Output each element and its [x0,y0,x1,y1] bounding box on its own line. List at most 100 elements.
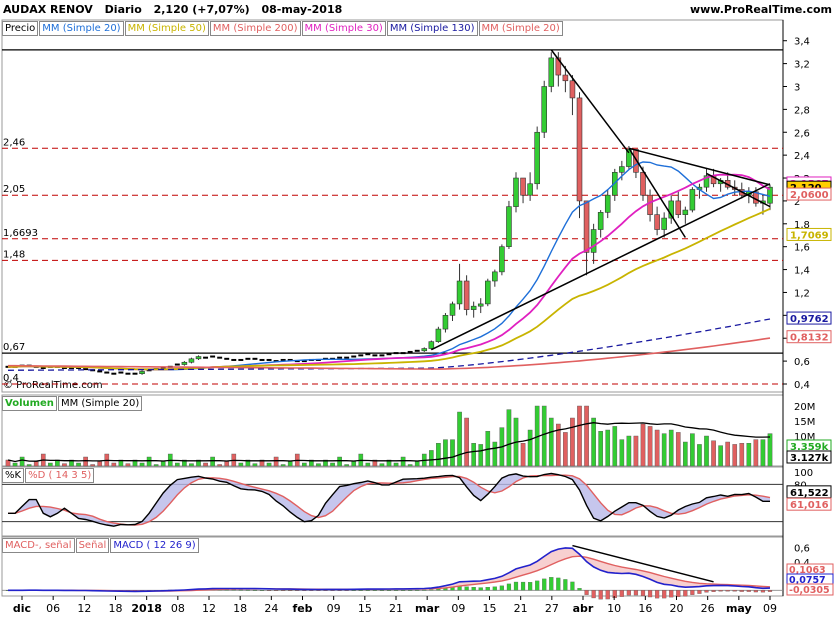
macd-hist-bar [535,580,540,591]
volume-bar [48,462,53,467]
price-tick-label: 0,4 [794,380,810,391]
x-tick-label: 18 [233,602,247,615]
last-value-label: 1,7069 [790,230,829,241]
candle-body [492,271,498,282]
volume-tick-label: 15M [794,417,815,428]
macd-hist-bar [746,590,751,592]
volume-bar [746,443,752,467]
x-tick-label: 12 [202,602,216,615]
x-tick-label: 09 [327,602,341,615]
downtrend-line [550,49,630,154]
x-tick-label: 15 [358,602,372,615]
candle-body [195,356,202,360]
candle-body [506,206,512,247]
volume-bar [344,464,349,467]
x-tick-label: abr [573,602,594,615]
macd-hist-bar [231,589,236,591]
candle-body [428,341,435,349]
price-tick-label: 1,6 [794,243,810,254]
macd-hist-bar [753,590,758,593]
volume-bar [541,405,547,467]
macd-tick-label: 0,6 [794,544,810,555]
macd-hist-bar [676,590,681,597]
price-tick-label: 1,2 [794,288,810,299]
candle-body [548,57,555,87]
macd-hist-bar [549,577,554,591]
stock-chart[interactable]: 3,43,232,82,62,42,221,81,61,41,210,80,60… [0,0,835,620]
volume-bar [732,444,738,467]
x-tick-label: 09 [763,602,777,615]
macd-hist-bar [386,590,392,591]
macd-last-label: -0,0305 [789,585,830,596]
candle-body [188,358,195,363]
volume-bar [12,462,18,467]
macd-hist-bar [704,590,709,593]
candle-body [456,280,463,305]
candle-body [569,80,576,99]
macd-hist-bar [506,583,512,591]
volume-bar [520,443,526,467]
x-tick-label: 15 [483,602,497,615]
volume-bar [478,444,484,467]
volume-bar [506,409,512,467]
candle-body [527,183,533,196]
x-tick-label: 08 [171,602,185,615]
volume-last-label: 3.127k [790,453,829,464]
candle-body [604,194,611,213]
candle-body [583,200,590,253]
macd-hist-bar [520,581,526,591]
macd-hist-bar [478,587,483,591]
last-value-label: 0,8132 [790,333,829,344]
macd-hist-bar [711,590,716,592]
macd-hist-bar [415,589,420,591]
macd-hist-bar [485,587,490,591]
x-tick-label: 06 [46,602,60,615]
volume-bar [605,429,611,467]
stoch-last-label: 61,522 [790,488,829,499]
volume-bar [189,463,194,467]
candle-body [435,328,442,342]
volume-bar [753,439,759,467]
volume-bar [718,445,723,467]
price-tick-label: 1,4 [794,266,810,277]
stoch-last-label: 61,016 [790,500,829,511]
macd-hist-bar [295,590,300,591]
macd-hist-bar [584,590,589,595]
macd-hist-bar [259,590,265,591]
candle-body [485,280,491,305]
price-tick-label: 3,4 [794,37,810,48]
macd-hist-bar [288,590,293,591]
stoch-k-line [8,472,770,527]
volume-bar [690,433,695,467]
candle-body [640,172,646,196]
macd-hist-bar [647,590,653,598]
volume-bar [429,450,434,467]
macd-hist-bar [690,590,695,595]
volume-bar [19,456,25,467]
macd-hist-bar [372,590,377,591]
volume-bar [365,462,371,467]
volume-bar [697,444,702,467]
volume-bar [26,464,32,467]
volume-bar [407,464,413,467]
volume-bar [640,423,646,467]
panel-frame-2 [1,466,784,537]
macd-hist-bar [760,590,766,593]
macd-hist-bar [542,578,547,591]
macd-hist-bar [570,581,575,591]
volume-bar [633,435,639,467]
x-tick-label: mar [415,602,440,615]
candle-body [442,315,449,330]
candle-body [654,214,660,230]
macd-hist-bar [669,590,674,598]
volume-tick-label: 20M [794,402,815,413]
level-label: 2,05 [3,184,25,195]
candle-body [499,246,505,273]
volume-bar [175,462,180,467]
macd-hist-bar [408,589,413,591]
candle-body [541,86,547,133]
volume-bar [287,461,293,467]
stoch-d-line [8,474,771,526]
volume-bar [739,443,745,467]
candle-body [520,177,526,196]
